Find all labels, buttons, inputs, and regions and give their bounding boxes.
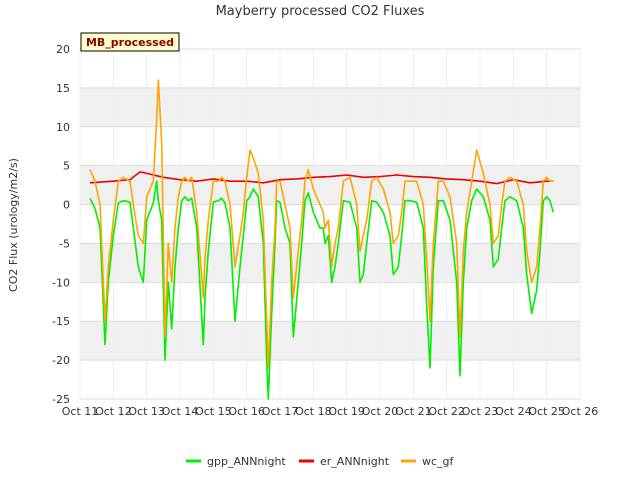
chart-canvas: Mayberry processed CO2 Fluxes -25-20-15-… [7,4,599,468]
y-tick-label: 15 [56,82,70,95]
x-tick-label: Oct 21 [395,405,432,418]
x-tick-label: Oct 16 [228,405,265,418]
y-tick-label: -10 [52,276,70,289]
y-tick-label: 10 [56,121,70,134]
legend-label-wc_gf: wc_gf [422,455,455,468]
y-tick-label: -20 [52,354,70,367]
x-tick-label: Oct 12 [95,405,132,418]
legend-label-er_ANNnight: er_ANNnight [320,455,390,468]
y-tick-labels: -25-20-15-10-505101520 [52,43,70,406]
background-band [80,87,580,127]
y-tick-label: -15 [52,315,70,328]
x-tick-label: Oct 24 [495,405,532,418]
x-tick-label: Oct 18 [295,405,332,418]
x-tick-label: Oct 19 [328,405,365,418]
x-tick-labels: Oct 11Oct 12Oct 13Oct 14Oct 15Oct 16Oct … [62,405,599,418]
x-tick-label: Oct 11 [62,405,99,418]
chart-title: Mayberry processed CO2 Fluxes [216,4,425,19]
y-tick-label: 20 [56,43,70,56]
x-tick-label: Oct 20 [362,405,399,418]
y-tick-label: -5 [59,237,70,250]
x-tick-label: Oct 25 [528,405,565,418]
y-tick-label: 0 [63,199,70,212]
x-tick-label: Oct 26 [562,405,599,418]
x-tick-label: Oct 23 [462,405,499,418]
legend: gpp_ANNnight er_ANNnight wc_gf [186,455,455,468]
x-tick-label: Oct 22 [428,405,465,418]
y-tick-label: 5 [63,160,70,173]
legend-label-gpp_ANNnight: gpp_ANNnight [207,455,286,468]
y-axis-label: CO2 Flux (urology/m2/s) [7,158,20,292]
x-tick-label: Oct 13 [128,405,165,418]
dataset-badge-label: MB_processed [86,36,174,49]
background-band [80,321,580,361]
x-tick-label: Oct 17 [262,405,299,418]
dataset-badge: MB_processed [80,32,180,52]
x-tick-label: Oct 14 [162,405,199,418]
x-tick-label: Oct 15 [195,405,232,418]
